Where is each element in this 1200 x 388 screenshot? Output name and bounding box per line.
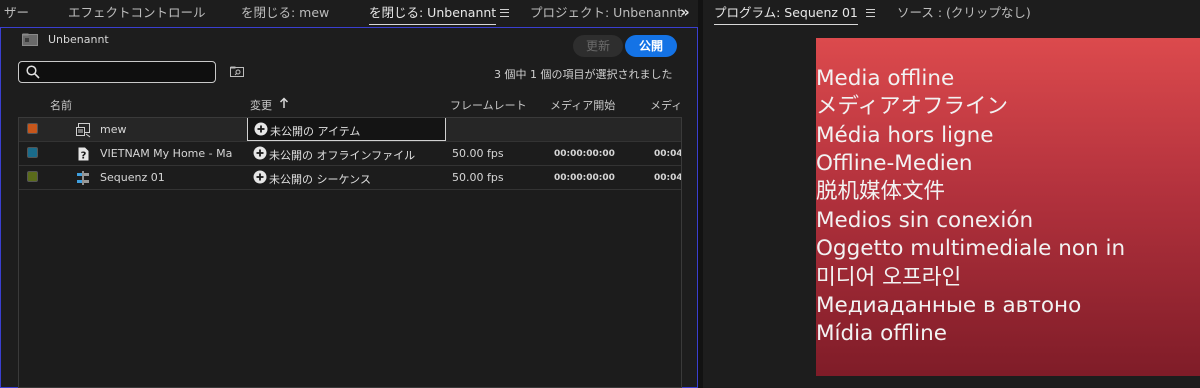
change-cell[interactable]: 未公開の オフラインファイル	[247, 142, 446, 165]
new-bin-search-icon[interactable]	[230, 66, 244, 77]
update-button[interactable]: 更新	[573, 35, 623, 57]
search-icon	[26, 65, 40, 79]
media-start-value: 00:00:00:00	[554, 149, 615, 159]
change-status: 未公開の シーケンス	[269, 173, 371, 186]
offline-text-line: Offline-Medien	[816, 151, 973, 176]
media-end-value: 00:04:	[654, 173, 681, 183]
tab-partial-first[interactable]: ザー	[4, 0, 29, 26]
label-color-swatch[interactable]	[27, 171, 38, 182]
offline-text-line: Medios sin conexión	[816, 208, 1034, 233]
tab-menu-icon[interactable]	[500, 9, 509, 17]
item-name: mew	[100, 123, 127, 136]
publish-button[interactable]: 公開	[625, 35, 677, 57]
program-monitor-panel: プログラム: Sequenz 01 ソース : (クリップなし) Media o…	[703, 0, 1200, 388]
tab-source-monitor[interactable]: ソース : (クリップなし)	[897, 0, 1031, 26]
column-header-change[interactable]: 変更	[250, 97, 272, 113]
offline-text-line: Media offline	[816, 66, 955, 91]
offline-text-line: Oggetto multimediale non in	[816, 236, 1126, 261]
column-header-media-start[interactable]: メディア開始	[550, 97, 615, 113]
project-item-list[interactable]: mew 未公開の アイテム ? VIETNAM My Home - Ma 未公開…	[18, 117, 682, 388]
tab-program-monitor[interactable]: プログラム: Sequenz 01	[714, 0, 858, 26]
column-header-frame-rate[interactable]: フレームレート	[450, 97, 527, 113]
column-header-name[interactable]: 名前	[50, 97, 72, 113]
change-status: 未公開の アイテム	[270, 125, 361, 138]
tab-close-unbenannt[interactable]: を閉じる: Unbenannt	[369, 0, 497, 26]
clip-multicam-icon	[76, 123, 91, 138]
list-item[interactable]: mew 未公開の アイテム	[19, 118, 681, 142]
frame-rate-value: 50.00 fps	[452, 147, 504, 160]
plus-circle-icon	[253, 146, 267, 160]
media-start-value: 00:00:00:00	[554, 173, 615, 183]
selection-status: 3 個中 1 個の項目が選択されました	[494, 68, 673, 81]
project-folder-icon	[22, 33, 38, 46]
plus-circle-icon	[254, 122, 268, 136]
label-color-swatch[interactable]	[27, 147, 38, 158]
tab-close-mew[interactable]: を閉じる: mew	[241, 0, 329, 26]
svg-text:?: ?	[81, 151, 87, 162]
project-panel-group: ザー エフェクトコントロール を閉じる: mew を閉じる: Unbenannt…	[0, 0, 698, 388]
change-cell-editing[interactable]: 未公開の アイテム	[247, 118, 446, 141]
offline-text-line: Mídia offline	[816, 321, 947, 346]
program-monitor-frame[interactable]: Media offline メディアオフライン Média hors ligne…	[816, 38, 1200, 376]
frame-rate-value: 50.00 fps	[452, 171, 504, 184]
offline-text-line: メディアオフライン	[816, 94, 1008, 119]
missing-file-icon: ?	[78, 147, 89, 162]
program-tab-menu-icon[interactable]	[866, 9, 875, 17]
offline-text-line: 脱机媒体文件	[816, 179, 946, 204]
sequence-icon	[77, 171, 89, 185]
item-name: VIETNAM My Home - Ma	[100, 147, 233, 160]
tab-overflow-icon[interactable]: »	[680, 0, 690, 26]
column-header-media-end[interactable]: メディ	[650, 97, 682, 113]
change-status: 未公開の オフラインファイル	[269, 149, 416, 162]
left-tab-bar: ザー エフェクトコントロール を閉じる: mew を閉じる: Unbenannt…	[0, 0, 698, 27]
media-end-value: 00:04:	[654, 149, 681, 159]
offline-text-line: 미디어 오프라인	[816, 265, 962, 290]
tab-project[interactable]: プロジェクト: Unbenannt	[530, 0, 682, 26]
search-input[interactable]	[18, 61, 216, 83]
sort-ascending-icon	[279, 97, 289, 108]
offline-text-line: Медиаданные в автоно	[816, 293, 1082, 318]
offline-text-line: Média hors ligne	[816, 123, 994, 148]
project-name: Unbenannt	[48, 33, 109, 46]
plus-circle-icon	[253, 170, 267, 184]
change-cell[interactable]: 未公開の シーケンス	[247, 166, 446, 189]
tab-effect-controls[interactable]: エフェクトコントロール	[68, 0, 206, 26]
list-item[interactable]: ? VIETNAM My Home - Ma 未公開の オフラインファイル 50…	[19, 142, 681, 166]
list-item[interactable]: Sequenz 01 未公開の シーケンス 50.00 fps 00:00:00…	[19, 166, 681, 190]
item-name: Sequenz 01	[100, 171, 165, 184]
label-color-swatch[interactable]	[27, 123, 38, 134]
